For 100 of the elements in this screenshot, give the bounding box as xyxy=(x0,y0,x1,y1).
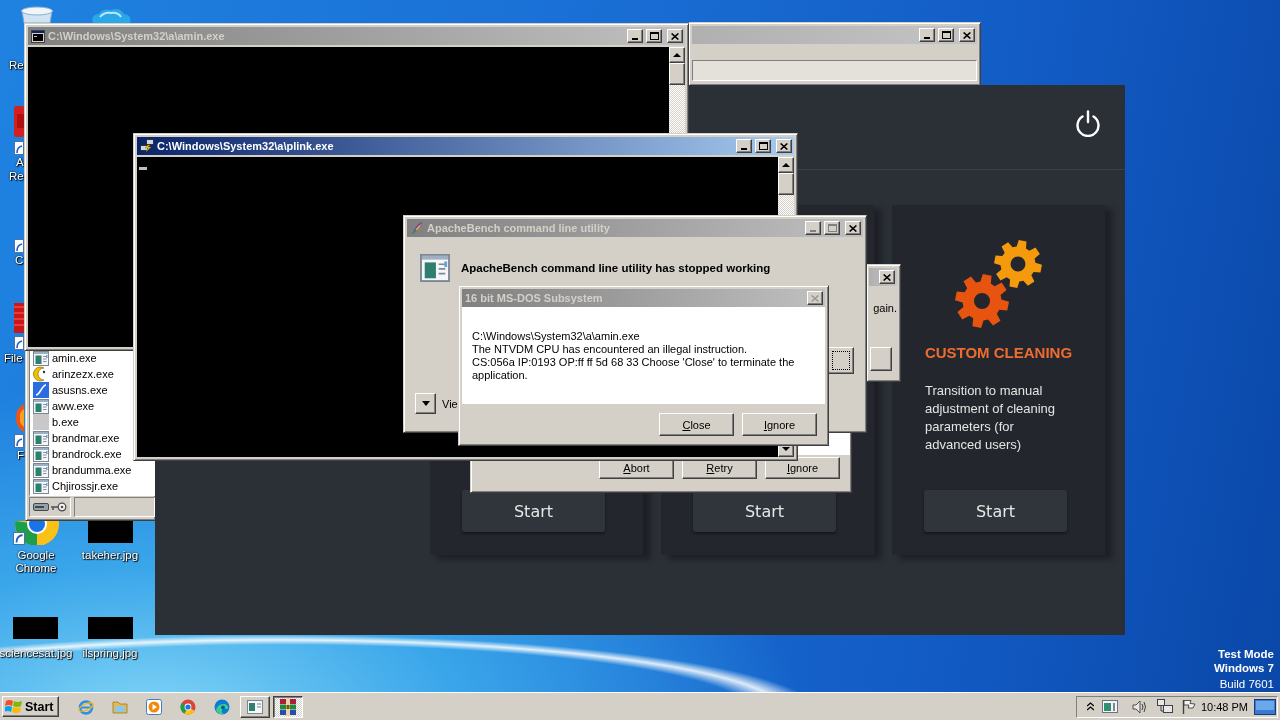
dialog-button[interactable]: Ignore xyxy=(765,457,840,479)
gears-icon xyxy=(954,239,1043,329)
image-thumbnail[interactable] xyxy=(88,617,133,639)
shortcut-icon[interactable] xyxy=(14,236,24,254)
start-button[interactable]: Start xyxy=(693,490,836,532)
minimize-icon xyxy=(632,38,638,40)
window-title: C:\Windows\System32\a\amin.exe xyxy=(48,30,225,42)
recycle-bin-icon[interactable] xyxy=(20,6,54,23)
window-icon[interactable] xyxy=(1101,700,1118,713)
flag-icon[interactable] xyxy=(1181,699,1196,714)
close-button[interactable] xyxy=(959,28,975,42)
minimize-icon xyxy=(741,148,747,150)
close-button[interactable] xyxy=(667,29,683,43)
window-title: 16 bit MS-DOS Subsystem xyxy=(465,292,603,304)
window-icon xyxy=(247,699,264,714)
computers-icon xyxy=(140,139,154,153)
power-icon[interactable] xyxy=(1075,110,1101,137)
icon-label[interactable]: Re xyxy=(9,59,24,72)
curve-icon xyxy=(33,382,49,398)
icon-label[interactable]: C xyxy=(15,254,24,267)
details-label: Vie xyxy=(442,397,458,410)
close-button[interactable] xyxy=(807,291,823,305)
maximize-icon xyxy=(941,31,951,39)
minimize-button[interactable] xyxy=(805,221,821,235)
icon-label[interactable]: F xyxy=(17,449,25,462)
start-button[interactable]: Start xyxy=(924,490,1067,532)
close-icon xyxy=(811,294,819,302)
maximize-button[interactable] xyxy=(938,28,954,42)
notice-text: Windows 7 xyxy=(1214,661,1274,675)
blank-file-icon xyxy=(33,414,49,430)
clock[interactable]: 10:48 PM xyxy=(1200,700,1248,713)
message-text: C:\Windows\System32\a\amin.exe xyxy=(472,330,641,343)
message-text: CS:056a IP:0193 OP:ff ff 5d 68 33 Choose 'Close' to terminate the application. xyxy=(472,356,796,382)
dialog-button[interactable]: Ignore xyxy=(742,413,817,436)
program-icon xyxy=(33,462,49,478)
icon-label[interactable]: A xyxy=(16,156,24,169)
crescent-icon xyxy=(33,366,49,382)
browser-icon[interactable] xyxy=(214,698,231,715)
file-list-item[interactable]: Chjirossjr.exe xyxy=(33,478,119,494)
minimize-button[interactable] xyxy=(919,28,935,42)
icon-label[interactable]: Re xyxy=(9,170,24,183)
taskbar-button[interactable] xyxy=(273,695,304,718)
speaker-icon[interactable] xyxy=(1131,699,1148,714)
dialog-button[interactable] xyxy=(828,347,854,374)
network-icon[interactable] xyxy=(1156,699,1173,714)
image-thumbnail[interactable] xyxy=(88,521,133,543)
window-title: ApacheBench command line utility xyxy=(427,222,610,234)
minimize-button[interactable] xyxy=(736,139,752,153)
image-thumbnail[interactable] xyxy=(13,617,58,639)
start-button[interactable]: Start xyxy=(462,490,605,532)
close-icon xyxy=(780,142,788,150)
file-list-item[interactable]: arinzezx.exe xyxy=(33,366,114,382)
icon-label[interactable]: File xyxy=(4,352,23,365)
close-button[interactable] xyxy=(776,139,792,153)
document-icon[interactable] xyxy=(14,106,24,156)
close-button[interactable] xyxy=(845,221,861,235)
chevron-up-icon[interactable] xyxy=(1086,702,1094,711)
stacked-books-icon xyxy=(279,697,298,716)
notice-text: Test Mode xyxy=(1218,647,1274,661)
program-icon xyxy=(33,446,49,462)
file-list-item[interactable]: asusns.exe xyxy=(33,382,108,398)
minimize-icon xyxy=(924,37,930,39)
dialog-button[interactable]: Close xyxy=(659,413,734,436)
show-desktop-icon[interactable] xyxy=(1254,698,1276,715)
feather-icon xyxy=(410,221,424,235)
message-text: gain. xyxy=(873,302,897,315)
app-icon[interactable] xyxy=(14,303,24,350)
dialog-button[interactable] xyxy=(870,347,892,371)
file-list-item[interactable]: b.exe xyxy=(33,414,79,430)
maximize-button[interactable] xyxy=(824,221,840,235)
maximize-button[interactable] xyxy=(646,29,662,43)
cloud-icon[interactable] xyxy=(90,8,132,23)
file-list-item[interactable]: brandmar.exe xyxy=(33,430,120,446)
file-list-item[interactable]: brandrock.exe xyxy=(33,446,122,462)
close-icon xyxy=(963,31,971,39)
card-description: Transition to manual adjustment of cleaning parameters (for advanced users) xyxy=(925,382,1057,454)
maximize-button[interactable] xyxy=(755,139,771,153)
file-list-item[interactable]: amin.exe xyxy=(33,350,97,366)
close-button[interactable] xyxy=(879,270,895,284)
expand-button[interactable] xyxy=(415,393,436,414)
close-icon xyxy=(671,32,679,40)
dialog-heading: ApacheBench command line utility has stopped working xyxy=(461,262,771,274)
close-icon xyxy=(849,224,857,232)
message-text: The NTVDM CPU has encountered an illegal instruction. xyxy=(472,343,749,356)
minimize-button[interactable] xyxy=(627,29,643,43)
file-list-item[interactable]: aww.exe xyxy=(33,398,95,414)
program-icon xyxy=(420,254,450,282)
play-icon[interactable] xyxy=(146,698,163,715)
console-icon xyxy=(31,29,45,43)
minimize-icon xyxy=(810,230,816,232)
chevron-down-icon xyxy=(421,401,430,406)
close-icon xyxy=(883,273,891,281)
browser-icon[interactable] xyxy=(180,698,197,715)
maximize-icon xyxy=(827,224,837,232)
app-icon[interactable] xyxy=(14,404,24,448)
window-title: C:\Windows\System32\a\plink.exe xyxy=(157,140,334,152)
start-logo-icon xyxy=(5,698,23,715)
maximize-icon xyxy=(649,32,659,40)
file-list-item[interactable]: brandumma.exe xyxy=(33,462,132,478)
start-button[interactable]: Start xyxy=(2,696,60,717)
